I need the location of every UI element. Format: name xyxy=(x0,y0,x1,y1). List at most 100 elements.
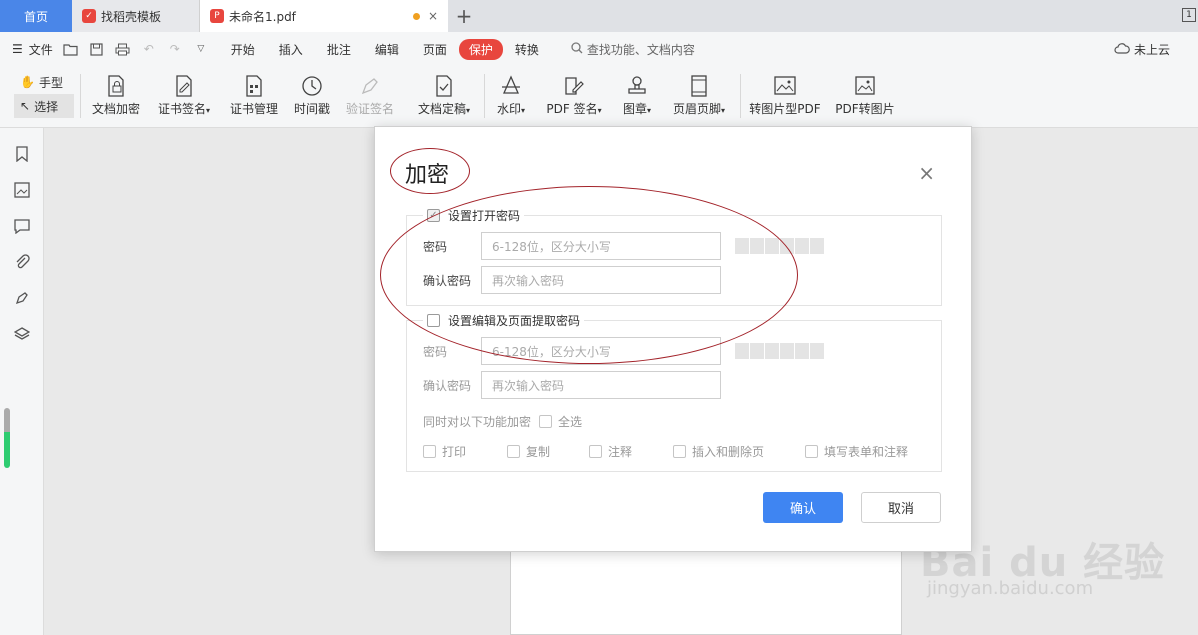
select-tool[interactable]: ↖ 选择 xyxy=(14,94,74,118)
checkbox-unchecked-icon[interactable] xyxy=(673,445,686,458)
print-icon[interactable] xyxy=(115,41,131,57)
open-confirm-input[interactable]: 再次输入密码 xyxy=(481,266,721,294)
file-menu[interactable]: ☰ 文件 xyxy=(12,41,53,58)
edit-password-input[interactable]: 6-128位，区分大小写 xyxy=(481,337,721,365)
header-footer-button[interactable]: 页眉页脚▾ xyxy=(668,72,730,117)
tab-close-icon[interactable]: × xyxy=(428,9,438,23)
hamburger-icon: ☰ xyxy=(12,42,23,56)
stamp-button[interactable]: 图章▾ xyxy=(618,72,656,117)
option-annotate[interactable]: 注释 xyxy=(589,443,673,460)
comment-icon[interactable] xyxy=(12,216,32,236)
header-footer-text: 页眉页脚 xyxy=(672,102,721,116)
save-icon[interactable] xyxy=(89,41,105,57)
dialog-title: 加密 xyxy=(405,163,450,188)
tab-page[interactable]: 页面 xyxy=(411,41,459,58)
tab-edit[interactable]: 编辑 xyxy=(363,41,411,58)
function-search[interactable]: 查找功能、文档内容 xyxy=(571,41,695,58)
checkbox-unchecked-icon[interactable] xyxy=(423,445,436,458)
timestamp-button[interactable]: 时间戳 xyxy=(292,72,332,117)
redo-icon[interactable]: ↷ xyxy=(167,41,183,57)
watermark-button[interactable]: 水印▾ xyxy=(492,72,530,117)
file-menu-label: 文件 xyxy=(28,42,53,57)
pdf-sign-icon xyxy=(542,72,606,100)
edit-confirm-input[interactable]: 再次输入密码 xyxy=(481,371,721,399)
undo-icon[interactable]: ↶ xyxy=(141,41,157,57)
bookmark-icon[interactable] xyxy=(12,144,32,164)
checkbox-unchecked-icon[interactable] xyxy=(589,445,602,458)
tab-start[interactable]: 开始 xyxy=(219,41,267,58)
to-image-pdf-label: 转图片型PDF xyxy=(749,102,821,116)
option-copy[interactable]: 复制 xyxy=(507,443,589,460)
option-fill-forms-label: 填写表单和注释 xyxy=(824,445,909,459)
window-count-icon[interactable]: 1 xyxy=(1182,8,1196,22)
dropdown-arrow-icon: ▾ xyxy=(466,106,471,115)
watermark-label: 水印▾ xyxy=(492,100,530,117)
checkbox-checked-icon[interactable]: ✓ xyxy=(427,209,440,222)
new-tab-button[interactable]: + xyxy=(448,0,480,32)
checkbox-unchecked-icon[interactable] xyxy=(427,314,440,327)
to-image-pdf-button[interactable]: 转图片型PDF xyxy=(748,72,822,117)
tab-document[interactable]: P 未命名1.pdf × xyxy=(200,0,448,32)
checkbox-unchecked-icon[interactable] xyxy=(539,415,553,428)
layers-icon[interactable] xyxy=(12,324,32,344)
tab-protect[interactable]: 保护 xyxy=(458,38,503,60)
cert-manage-icon xyxy=(228,72,280,100)
tab-annotate[interactable]: 批注 xyxy=(315,41,363,58)
checkbox-unchecked-icon[interactable] xyxy=(507,445,520,458)
hand-tool[interactable]: ✋ 手型 xyxy=(14,70,74,94)
side-scroll-handle[interactable] xyxy=(4,408,10,468)
tab-convert[interactable]: 转换 xyxy=(503,41,551,58)
pdf-sign-text: PDF 签名 xyxy=(546,102,598,116)
option-print[interactable]: 打印 xyxy=(423,443,507,460)
tab-insert[interactable]: 插入 xyxy=(267,41,315,58)
pdf-sign-button[interactable]: PDF 签名▾ xyxy=(542,72,606,117)
encrypt-functions-row: 同时对以下功能加密 全选 xyxy=(423,413,582,430)
cert-manage-button[interactable]: 证书管理 xyxy=(228,72,280,117)
open-password-group: ✓ 设置打开密码 密码 6-128位，区分大小写 确认密码 再次输入密码 xyxy=(406,207,942,306)
ribbon-divider xyxy=(484,74,485,118)
customize-dropdown-icon[interactable]: ▽ xyxy=(193,41,209,57)
stamp-icon xyxy=(618,72,656,100)
signature-pen-icon[interactable] xyxy=(12,288,32,308)
open-password-input[interactable]: 6-128位，区分大小写 xyxy=(481,232,721,260)
open-folder-icon[interactable] xyxy=(63,41,79,57)
verify-sign-label: 验证签名 xyxy=(345,102,394,116)
finalize-doc-icon xyxy=(413,72,475,100)
encrypt-dialog: 加密 × ✓ 设置打开密码 密码 6-128位，区分大小写 确认密码 再次输入密… xyxy=(374,126,972,552)
open-password-toggle[interactable]: ✓ 设置打开密码 xyxy=(423,207,525,224)
encrypt-doc-label: 文档加密 xyxy=(91,102,140,116)
pdf-file-icon: P xyxy=(210,9,224,23)
attachment-icon[interactable] xyxy=(12,252,32,272)
cert-manage-label: 证书管理 xyxy=(229,102,278,116)
clock-icon xyxy=(292,72,332,100)
dropdown-arrow-icon: ▾ xyxy=(521,106,526,115)
cancel-button[interactable]: 取消 xyxy=(861,492,941,523)
finalize-doc-button[interactable]: 文档定稿▾ xyxy=(413,72,475,117)
thumbnail-icon[interactable] xyxy=(12,180,32,200)
select-tool-label: 选择 xyxy=(34,99,59,114)
option-fill-forms[interactable]: 填写表单和注释 xyxy=(805,443,908,460)
cloud-status[interactable]: 未上云 xyxy=(1114,41,1170,58)
search-icon xyxy=(571,41,583,57)
pdf-sign-label: PDF 签名▾ xyxy=(542,100,606,117)
checkbox-unchecked-icon[interactable] xyxy=(805,445,818,458)
tab-home[interactable]: 首页 xyxy=(0,0,72,32)
cloud-icon xyxy=(1114,42,1130,57)
password-strength-meter xyxy=(735,238,825,254)
timestamp-label: 时间戳 xyxy=(293,102,330,116)
protect-ribbon: ✋ 手型 ↖ 选择 文档加密 证书签名▾ 证书管理 时间戳 验证签名 文档定稿▾… xyxy=(0,66,1198,128)
dialog-close-icon[interactable]: × xyxy=(918,161,935,185)
verify-pen-icon xyxy=(344,72,396,100)
tab-template[interactable]: ✓ 找稻壳模板 xyxy=(72,0,200,32)
image-pdf-icon xyxy=(748,72,822,100)
option-insert-delete[interactable]: 插入和删除页 xyxy=(673,443,805,460)
verify-sign-button[interactable]: 验证签名 xyxy=(344,72,396,117)
confirm-button[interactable]: 确认 xyxy=(763,492,843,523)
encrypt-doc-button[interactable]: 文档加密 xyxy=(90,72,142,117)
menu-bar: ☰ 文件 ↶ ↷ ▽ 开始 插入 批注 编辑 页面 保护 转换 查找功能、文档内… xyxy=(0,32,1198,92)
edit-password-toggle[interactable]: 设置编辑及页面提取密码 xyxy=(423,312,585,329)
tab-document-label: 未命名1.pdf xyxy=(229,9,296,24)
cloud-status-label: 未上云 xyxy=(1133,43,1170,57)
pdf-to-image-button[interactable]: PDF转图片 xyxy=(834,72,896,117)
cert-sign-button[interactable]: 证书签名▾ xyxy=(153,72,215,117)
